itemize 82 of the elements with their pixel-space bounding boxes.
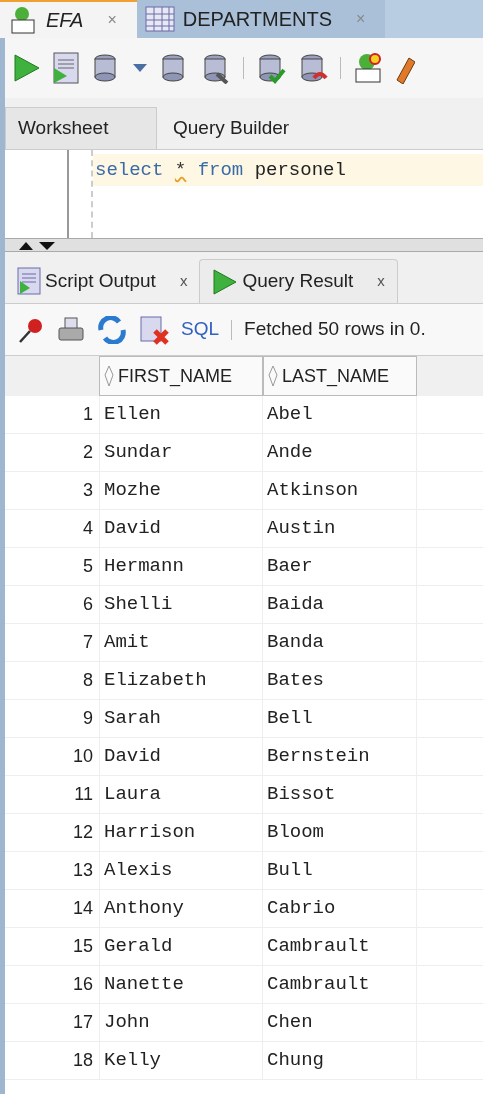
table-cell: Ellen — [99, 396, 263, 433]
table-cell: Baer — [263, 548, 417, 585]
table-cell: Banda — [263, 624, 417, 661]
clear-icon[interactable] — [139, 314, 169, 345]
row-number: 7 — [82, 631, 94, 654]
table-cell: Bissot — [263, 776, 417, 813]
editor-tab[interactable]: EFA × — [0, 0, 137, 38]
sql-worksheet-icon[interactable] — [353, 52, 383, 84]
table-cell: Bates — [263, 662, 417, 699]
row-number: 1 — [82, 403, 94, 426]
table-cell: John — [99, 1004, 263, 1041]
table-cell: Gerald — [99, 928, 263, 965]
caret-icon[interactable] — [133, 64, 147, 72]
table-cell: Bloom — [263, 814, 417, 851]
result-tab[interactable]: Script Output x — [5, 259, 200, 303]
table-cell: Cambrault — [263, 966, 417, 1003]
table-cell: Shelli — [99, 586, 263, 623]
table-cell: Austin — [263, 510, 417, 547]
table-cell: Mozhe — [99, 472, 263, 509]
row-number: 12 — [71, 821, 94, 844]
row-number: 6 — [82, 593, 94, 616]
table-cell: Abel — [263, 396, 417, 433]
result-tab[interactable]: Query Result x — [199, 259, 398, 303]
editor-tab[interactable]: DEPARTMENTS × — [136, 0, 386, 38]
row-number: 16 — [71, 973, 94, 996]
table-cell: Cabrio — [263, 890, 417, 927]
run-icon — [212, 267, 239, 296]
table-cell: Hermann — [99, 548, 263, 585]
row-number: 17 — [71, 1011, 94, 1034]
table-cell: Atkinson — [263, 472, 417, 509]
row-number: 10 — [71, 745, 94, 768]
table-cell: Nanette — [99, 966, 263, 1003]
row-number: 9 — [82, 707, 94, 730]
row-number: 11 — [73, 783, 94, 806]
table-cell: Laura — [99, 776, 263, 813]
table-cell: Harrison — [99, 814, 263, 851]
sort-icon[interactable] — [104, 365, 114, 387]
rollback-icon[interactable] — [298, 52, 328, 84]
table-cell: Chung — [263, 1042, 417, 1079]
table-cell: Kelly — [99, 1042, 263, 1079]
refresh-icon[interactable] — [97, 315, 127, 344]
table-cell: David — [99, 510, 263, 547]
table-cell: Baida — [263, 586, 417, 623]
table-cell: Bell — [263, 700, 417, 737]
close-icon[interactable]: x — [377, 270, 385, 293]
table-icon — [144, 6, 175, 32]
script-icon — [17, 267, 41, 295]
table-cell: Elizabeth — [99, 662, 263, 699]
database-icon[interactable] — [201, 52, 231, 84]
row-number: 15 — [71, 935, 94, 958]
table-cell: Sarah — [99, 700, 263, 737]
row-number: 3 — [82, 479, 94, 502]
row-number: 8 — [82, 669, 94, 692]
row-number: 18 — [71, 1049, 94, 1072]
worksheet-tab[interactable]: Worksheet — [5, 107, 157, 149]
sort-icon[interactable] — [268, 365, 278, 387]
table-cell: Alexis — [99, 852, 263, 889]
column-header[interactable]: FIRST_NAME — [99, 356, 263, 396]
table-cell: Cambrault — [263, 928, 417, 965]
row-number: 4 — [82, 517, 94, 540]
table-cell: Sundar — [99, 434, 263, 471]
sql-link[interactable]: SQL — [181, 315, 220, 344]
status-text: Fetched 50 rows in 0. — [244, 317, 426, 342]
table-cell: Bernstein — [263, 738, 417, 775]
table-cell: Ande — [263, 434, 417, 471]
row-number: 13 — [71, 859, 94, 882]
table-cell: Anthony — [99, 890, 263, 927]
commit-icon[interactable] — [256, 52, 286, 84]
sql-worksheet-icon — [8, 5, 38, 35]
table-cell: Amit — [99, 624, 263, 661]
run-icon[interactable] — [13, 53, 41, 83]
table-cell: David — [99, 738, 263, 775]
row-number: 2 — [82, 441, 94, 464]
row-number: 5 — [82, 555, 94, 578]
row-number: 14 — [71, 897, 94, 920]
worksheet-tab[interactable]: Query Builder — [157, 107, 302, 149]
table-cell: Bull — [263, 852, 417, 889]
printer-icon[interactable] — [57, 315, 85, 344]
close-icon[interactable]: x — [179, 269, 188, 293]
column-header[interactable]: LAST_NAME — [263, 356, 417, 396]
table-cell: Chen — [263, 1004, 417, 1041]
splitter-arrows-icon[interactable] — [17, 240, 57, 250]
